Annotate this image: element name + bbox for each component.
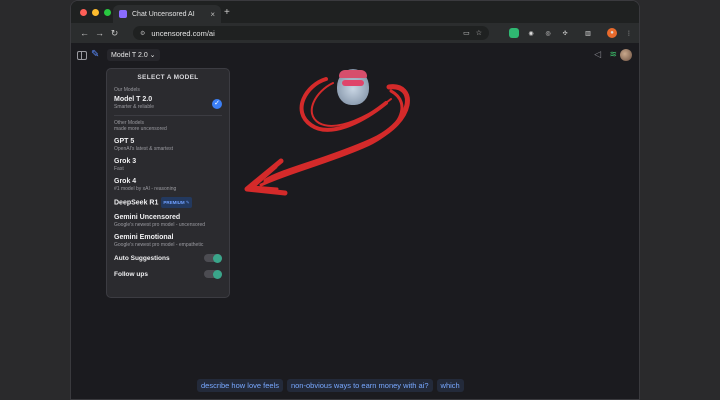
model-description: OpenAI's latest & smartest: [114, 146, 174, 152]
wifi-status-icon: ≋: [609, 49, 617, 59]
bookmark-star-icon[interactable]: ☆: [476, 29, 482, 37]
cast-icon[interactable]: ▭: [463, 29, 470, 37]
model-name: Grok 3: [114, 158, 137, 165]
forward-icon[interactable]: →: [92, 28, 107, 38]
browser-toolbar: ← → ↻ ⚙ uncensored.com/ai ▭ ☆ ◉ ◎ ✣ ▥ ● …: [71, 23, 639, 43]
chevron-down-icon: ⌄: [149, 52, 156, 59]
model-description: Smarter & reliable: [114, 104, 155, 110]
model-option-gpt-5[interactable]: GPT 5 OpenAI's latest & smartest: [114, 137, 222, 152]
browser-tab[interactable]: Chat Uncensored AI ×: [113, 5, 221, 23]
model-name: Grok 4: [114, 178, 137, 185]
toggle-label: Follow ups: [114, 270, 148, 278]
menu-divider: [114, 115, 222, 116]
model-option-deepseek-r1[interactable]: DeepSeek R1 PREMIUM ✎: [114, 197, 222, 208]
model-description: Google's newest pro model - empathetic: [114, 242, 204, 248]
new-chat-icon[interactable]: ✎: [91, 49, 99, 60]
window-controls: [80, 9, 111, 16]
extension-shield-icon[interactable]: [509, 28, 519, 38]
model-name: Gemini Uncensored: [114, 214, 181, 221]
tab-close-icon[interactable]: ×: [210, 10, 215, 19]
site-favicon-icon: [119, 10, 127, 18]
suggestion-chip[interactable]: describe how love feels: [197, 379, 283, 392]
mascot-visor: [342, 80, 364, 86]
toggle-label: Auto Suggestions: [114, 254, 170, 262]
follow-ups-setting: Follow ups: [114, 269, 222, 279]
suggestion-chips: describe how love feels non-obvious ways…: [197, 379, 464, 392]
browser-window: Chat Uncensored AI × + ← → ↻ ⚙ uncensore…: [70, 0, 640, 400]
model-name: GPT 5: [114, 138, 135, 145]
model-option-grok-4[interactable]: Grok 4 #1 model by xAI - reasoning: [114, 177, 222, 192]
suggestion-chip[interactable]: non-obvious ways to earn money with ai?: [286, 379, 433, 392]
model-name-row: DeepSeek R1 PREMIUM ✎: [114, 197, 222, 208]
extension-camera-icon[interactable]: ◉: [526, 28, 536, 38]
close-window-button[interactable]: [80, 9, 87, 16]
menu-heading: SELECT A MODEL: [137, 74, 199, 81]
follow-ups-toggle[interactable]: [204, 269, 222, 279]
auto-suggestions-setting: Auto Suggestions: [114, 253, 222, 263]
profile-avatar-icon[interactable]: ●: [607, 28, 617, 38]
side-panel-icon[interactable]: ▥: [583, 28, 593, 38]
new-tab-button[interactable]: +: [224, 7, 230, 18]
premium-badge-label: PREMIUM: [163, 200, 185, 205]
auto-suggestions-toggle[interactable]: [204, 253, 222, 263]
address-url[interactable]: uncensored.com/ai: [151, 29, 457, 38]
title-bar: Chat Uncensored AI × +: [71, 1, 639, 23]
model-name: Gemini Emotional: [114, 234, 174, 241]
reload-icon[interactable]: ↻: [107, 28, 122, 39]
model-option-model-t[interactable]: Model T 2.0 Smarter & reliable ✓: [114, 95, 222, 110]
suggestion-chip[interactable]: which: [436, 379, 464, 392]
browser-menu-icon[interactable]: ⋮: [624, 28, 634, 38]
model-dropdown-menu: SELECT A MODEL Our Models Model T 2.0 Sm…: [106, 68, 230, 298]
model-option-gemini-emotional[interactable]: Gemini Emotional Google's newest pro mod…: [114, 233, 222, 248]
mute-speaker-icon[interactable]: ◁: [594, 49, 601, 60]
user-avatar[interactable]: [620, 49, 632, 61]
other-models-subtitle: made more uncensored: [114, 126, 167, 132]
mascot-bandana: [339, 70, 367, 78]
zoom-window-button[interactable]: [104, 9, 111, 16]
model-name: Model T 2.0: [114, 96, 153, 103]
mascot-logo: [337, 69, 369, 105]
model-description: Google's newest pro model - uncensored: [114, 222, 206, 228]
selected-check-icon: ✓: [212, 99, 222, 109]
edit-pencil-icon: ✎: [185, 200, 190, 205]
site-info-icon[interactable]: ⚙: [140, 30, 145, 37]
extension-puzzle-icon[interactable]: ✣: [560, 28, 570, 38]
model-name: DeepSeek R1: [114, 199, 159, 207]
minimize-window-button[interactable]: [92, 9, 99, 16]
model-description: #1 model by xAI - reasoning: [114, 186, 177, 192]
back-icon[interactable]: ←: [77, 28, 92, 38]
tab-title: Chat Uncensored AI: [132, 10, 195, 18]
address-bar[interactable]: ⚙ uncensored.com/ai ▭ ☆: [133, 26, 489, 40]
model-option-gemini-uncensored[interactable]: Gemini Uncensored Google's newest pro mo…: [114, 213, 222, 228]
model-selector-label: Model T 2.0: [111, 52, 148, 59]
model-description: Fast: [114, 166, 124, 172]
our-models-label: Our Models: [114, 87, 140, 93]
chat-app: ✎ Model T 2.0 ⌄ ◁ ≋ SELECT A MODEL Our M…: [71, 43, 639, 399]
sidebar-toggle-icon[interactable]: [77, 51, 87, 60]
model-selector-button[interactable]: Model T 2.0 ⌄: [107, 49, 160, 61]
extension-globe-icon[interactable]: ◎: [543, 28, 553, 38]
premium-badge: PREMIUM ✎: [161, 197, 192, 208]
model-option-grok-3[interactable]: Grok 3 Fast: [114, 157, 222, 172]
